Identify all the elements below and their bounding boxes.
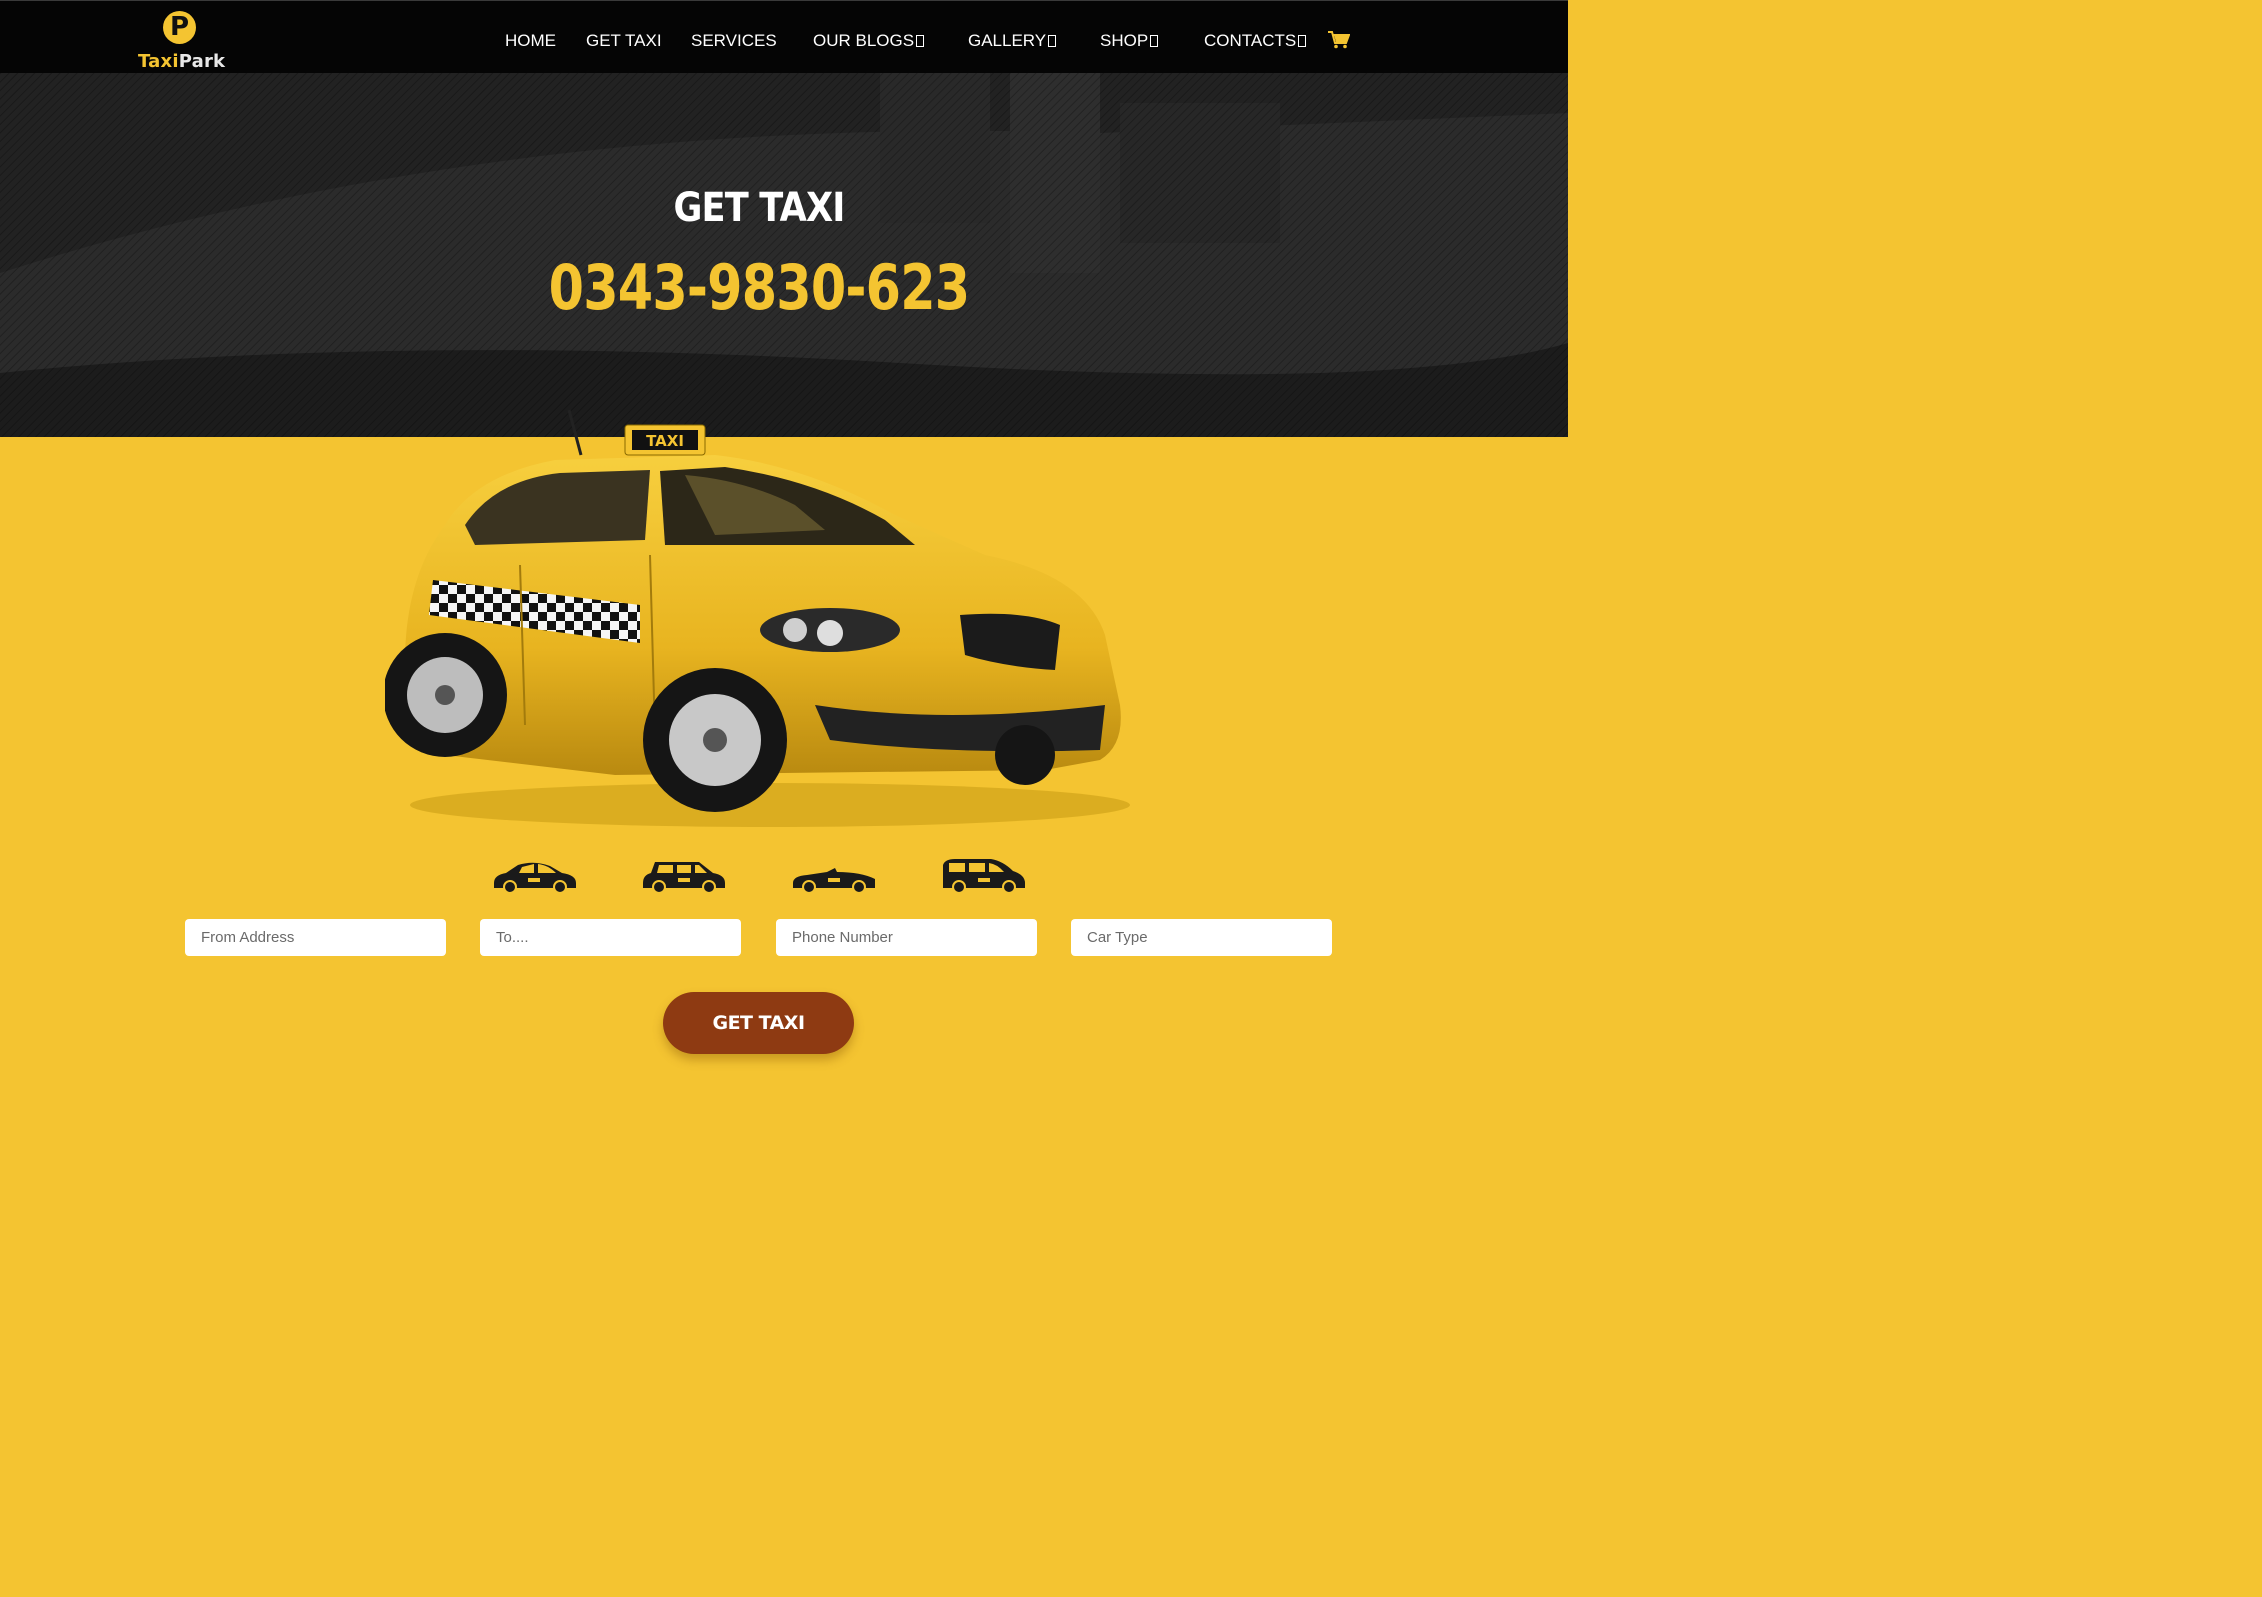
hero-phone-number[interactable]: 0343-9830-623 bbox=[137, 251, 1382, 324]
to-address-input[interactable] bbox=[480, 919, 741, 956]
logo-wordmark: TaxiPark bbox=[138, 51, 226, 72]
cart-icon[interactable] bbox=[1328, 31, 1350, 49]
convertible-icon[interactable] bbox=[791, 855, 877, 895]
dropdown-caret-icon bbox=[916, 35, 925, 47]
nav-gallery[interactable]: GALLERY bbox=[968, 31, 1057, 51]
hero-title: GET TAXI bbox=[673, 185, 846, 231]
taxipark-logo[interactable]: P TaxiPark bbox=[137, 9, 227, 72]
minivan-icon[interactable] bbox=[941, 855, 1027, 895]
phone-number-input[interactable] bbox=[776, 919, 1037, 956]
dropdown-caret-icon bbox=[1048, 35, 1057, 47]
nav-home[interactable]: HOME bbox=[505, 31, 556, 51]
dropdown-caret-icon bbox=[1150, 35, 1159, 47]
nav-contacts[interactable]: CONTACTS bbox=[1204, 31, 1307, 51]
car-type-input[interactable] bbox=[1071, 919, 1332, 956]
wagon-icon[interactable] bbox=[641, 855, 727, 895]
get-taxi-button[interactable]: GET TAXI bbox=[663, 992, 854, 1054]
roof-sign-text: TAXI bbox=[646, 432, 684, 450]
nav-services[interactable]: SERVICES bbox=[691, 31, 777, 51]
sedan-icon[interactable] bbox=[492, 855, 578, 895]
from-address-input[interactable] bbox=[185, 919, 446, 956]
logo-p-icon: P bbox=[163, 11, 196, 44]
nav-our-blogs[interactable]: OUR BLOGS bbox=[813, 31, 925, 51]
nav-shop[interactable]: SHOP bbox=[1100, 31, 1159, 51]
nav-get-taxi[interactable]: GET TAXI bbox=[586, 31, 662, 51]
hero-banner: GET TAXI 0343-9830-623 bbox=[0, 73, 1568, 437]
top-navbar: P TaxiPark HOME GET TAXI SERVICES OUR BL… bbox=[0, 0, 1568, 73]
dropdown-caret-icon bbox=[1298, 35, 1307, 47]
taxi-car-image: TAXI bbox=[385, 409, 1130, 827]
